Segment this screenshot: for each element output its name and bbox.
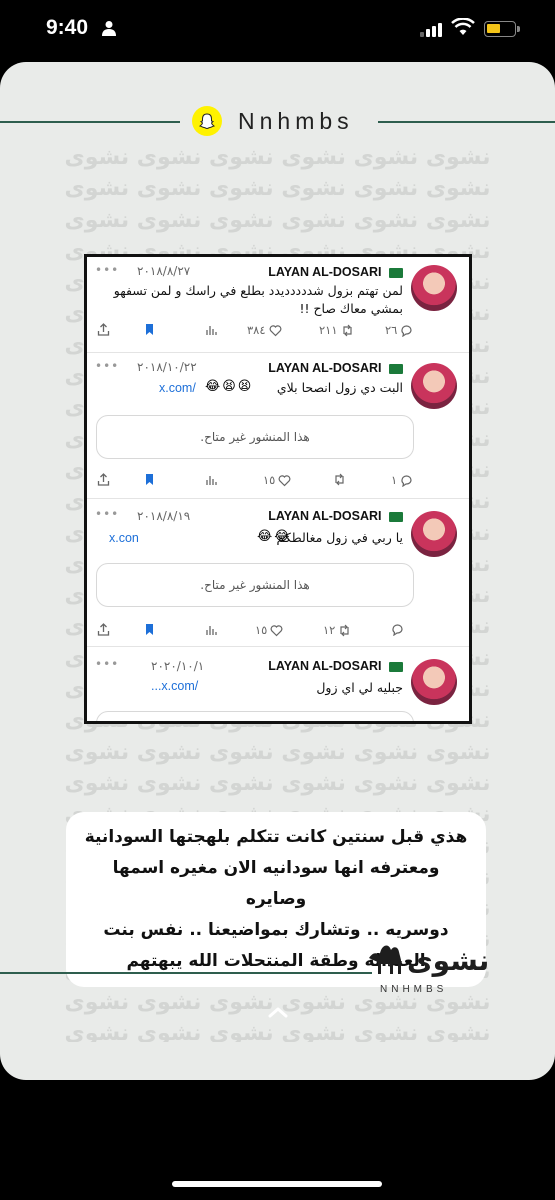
watermark-line: نشوى نشوى نشوى نشوى نشوى نشوى [64, 176, 491, 202]
tweet-date: ٢٠٢٠/١٠/١ [151, 659, 205, 673]
reply-count: ٢٦ [385, 323, 398, 337]
tweet-item: LAYAN AL-DOSARI ••• ٢٠١٨/٨/١٩ يا ربي في … [87, 499, 469, 647]
status-bar: 9:40 [0, 0, 555, 60]
tweet-date: ٢٠١٨/٨/٢٧ [137, 264, 191, 278]
like-button[interactable]: ١٥ [255, 623, 283, 637]
saudi-flag-icon [389, 267, 403, 278]
tweets-screenshot: LAYAN AL-DOSARI ••• ٢٠١٨/٨/٢٧ لمن تهتم ب… [84, 254, 472, 724]
person-icon [102, 21, 116, 36]
tweet-author: LAYAN AL-DOSARI [268, 265, 403, 279]
tweet-actions: ١٥ ١ [87, 473, 469, 493]
header-divider-left [0, 121, 180, 123]
reply-button[interactable] [391, 623, 404, 636]
tweet-text: جبليه لي اي زول [316, 680, 403, 695]
footer-divider [0, 972, 372, 974]
watermark-line: نشوى نشوى نشوى نشوى نشوى نشوى [64, 145, 491, 170]
watermark-line: نشوى نشوى نشوى نشوى نشوى نشوى [64, 1021, 491, 1042]
tweet-link[interactable]: ...x.com/ [151, 679, 198, 693]
avatar [411, 511, 457, 557]
tweet-item: LAYAN AL-DOSARI ••• ٢٠١٨/١٠/٢٢ البت دي ز… [87, 353, 469, 499]
share-icon[interactable] [97, 473, 110, 486]
watermark-line: نشوى نشوى نشوى نشوى نشوى نشوى [64, 770, 491, 796]
retweet-count: ١٢ [323, 623, 336, 637]
more-options-icon[interactable]: ••• [95, 657, 119, 671]
tweet-date: ٢٠١٨/١٠/٢٢ [137, 360, 197, 374]
reply-button[interactable]: ١ [391, 473, 413, 487]
avatar [411, 265, 457, 311]
tweet-item: LAYAN AL-DOSARI ••• ٢٠١٨/٨/٢٧ لمن تهتم ب… [87, 257, 469, 353]
tweet-actions: ٣٨٤ ٢١١ ٢٦ [87, 323, 469, 343]
tweet-author: LAYAN AL-DOSARI [268, 361, 403, 375]
tweet-link[interactable]: x.com/ [159, 381, 196, 395]
battery-icon [484, 21, 520, 37]
saudi-flag-icon [389, 363, 403, 374]
bookmark-icon[interactable] [143, 623, 156, 636]
watermark-line: نشوى نشوى نشوى نشوى نشوى نشوى [64, 207, 491, 233]
more-options-icon[interactable]: ••• [95, 263, 119, 277]
like-count: ١٥ [255, 623, 268, 637]
tweet-author: LAYAN AL-DOSARI [268, 659, 403, 673]
avatar [411, 363, 457, 409]
wifi-icon [451, 18, 475, 35]
views-icon[interactable] [205, 323, 218, 336]
caption-line: هذي قبل سنتين كانت تتكلم بلهجتها السودان… [84, 827, 468, 847]
like-count: ١٥ [263, 473, 276, 487]
like-button[interactable]: ٣٨٤ [247, 323, 282, 337]
avatar [411, 659, 457, 705]
story-card: نشوى نشوى نشوى نشوى نشوى نشوى نشوى نشوى ن… [0, 62, 555, 1080]
status-time: 9:40 [46, 16, 89, 39]
reply-button[interactable]: ٢٦ [385, 323, 413, 337]
retweet-button[interactable] [333, 473, 346, 486]
camel-logo-icon: نشوى [369, 944, 489, 977]
bookmark-icon[interactable] [143, 323, 156, 336]
footer-brand: NNHMBS [380, 984, 448, 995]
more-options-icon[interactable]: ••• [95, 359, 119, 373]
like-button[interactable]: ١٥ [263, 473, 291, 487]
brand-name: Nnhmbs [238, 108, 354, 134]
tweet-actions: ١٥ ١٢ [87, 623, 469, 643]
tweet-emoji: 😂😫😫 [205, 379, 254, 394]
retweet-count: ٢١١ [319, 323, 338, 337]
retweet-button[interactable]: ٢١١ [319, 323, 354, 337]
tweet-item: LAYAN AL-DOSARI ••• ٢٠٢٠/١٠/١ جبليه لي ا… [87, 647, 469, 721]
watermark-line: نشوى نشوى نشوى نشوى نشوى نشوى [64, 739, 491, 765]
unavailable-post[interactable]: هذا المنشور غير متاح. [96, 563, 414, 607]
retweet-button[interactable]: ١٢ [323, 623, 351, 637]
unavailable-post[interactable]: هذا المنشور غير متاح. [96, 415, 414, 459]
tweet-text: البت دي زول انصحا بلاي [276, 380, 403, 395]
home-indicator[interactable] [172, 1181, 382, 1187]
tweet-date: ٢٠١٨/٨/١٩ [137, 509, 191, 523]
signal-icon [420, 22, 442, 37]
share-icon[interactable] [97, 623, 110, 636]
bookmark-icon[interactable] [143, 473, 156, 486]
views-icon[interactable] [205, 623, 218, 636]
tweet-author: LAYAN AL-DOSARI [268, 509, 403, 523]
saudi-flag-icon [389, 511, 403, 522]
share-icon[interactable] [97, 323, 110, 336]
chevron-up-icon[interactable] [267, 1005, 289, 1019]
header-divider-right [378, 121, 555, 123]
tweet-emoji: 😂😂 [257, 529, 292, 544]
views-icon[interactable] [205, 473, 218, 486]
tweet-text: لمن تهتم بزول شددددديدد بطلع في راسك و ل… [113, 283, 403, 316]
like-count: ٣٨٤ [247, 323, 266, 337]
unavailable-post[interactable] [96, 711, 414, 721]
saudi-flag-icon [389, 661, 403, 672]
reply-count: ١ [391, 473, 398, 487]
more-options-icon[interactable]: ••• [95, 507, 119, 521]
snapchat-ghost-icon [192, 106, 222, 136]
tweet-link[interactable]: x.con [109, 531, 139, 545]
footer-logo-text: نشوى [407, 944, 489, 977]
caption-line: ومعترفه انها سودانيه الان مغيره اسمها وص… [112, 858, 440, 909]
